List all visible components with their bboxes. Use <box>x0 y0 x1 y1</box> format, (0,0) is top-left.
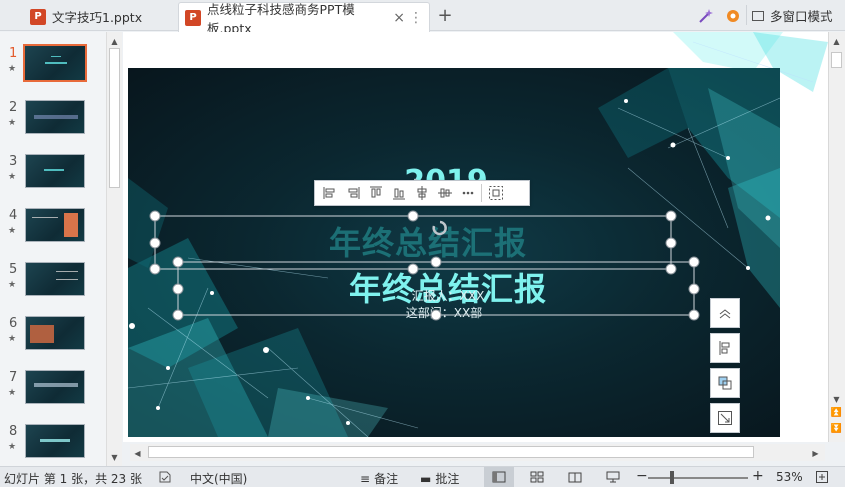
slide-thumbnail[interactable]: 6 ★ <box>0 316 106 366</box>
scroll-thumb[interactable] <box>109 48 120 188</box>
slide-number: 5 <box>9 262 18 277</box>
slide-number: 3 <box>9 154 18 169</box>
slide[interactable]: 2019 年终总结汇报 年终总结汇报 汇报人：XXX 这部门：XX部 <box>128 68 780 437</box>
slide-number: 1 <box>9 46 18 61</box>
slide-thumbnail[interactable]: 3 ★ <box>0 154 106 204</box>
scroll-right-icon[interactable]: ▶ <box>808 446 823 460</box>
crop-resize-icon[interactable] <box>710 403 740 433</box>
slide-thumbnail[interactable]: 4 ★ <box>0 208 106 258</box>
select-group-icon[interactable] <box>484 182 507 204</box>
align-right-icon[interactable] <box>341 182 364 204</box>
star-icon: ★ <box>8 280 17 290</box>
slide-thumbnail[interactable]: 1 ★ <box>0 44 106 96</box>
tab-label: 文字技巧1.pptx <box>52 10 143 25</box>
settings-gear-icon[interactable] <box>723 6 743 26</box>
slide-number: 6 <box>9 316 18 331</box>
skin-wand-icon[interactable] <box>696 6 716 26</box>
language-indicator[interactable]: 中文(中国) <box>190 470 247 487</box>
reading-view-button[interactable] <box>560 467 590 487</box>
scroll-down-icon[interactable]: ▼ <box>107 450 122 464</box>
align-left-icon[interactable] <box>318 182 341 204</box>
divider <box>746 5 747 25</box>
star-icon: ★ <box>8 226 17 236</box>
divider <box>481 184 482 202</box>
slide-number: 7 <box>9 370 18 385</box>
zoom-level[interactable]: 53% <box>776 470 803 484</box>
scroll-thumb[interactable] <box>148 446 754 458</box>
star-icon: ★ <box>8 388 17 398</box>
normal-view-button[interactable] <box>484 467 514 487</box>
close-icon[interactable]: × <box>389 10 409 26</box>
star-icon: ★ <box>8 118 17 128</box>
slide-thumbnail[interactable]: 7 ★ <box>0 370 106 420</box>
star-icon: ★ <box>8 334 17 344</box>
zoom-out-button[interactable]: − <box>636 468 648 484</box>
slide-count-text: 幻灯片 第 1 张，共 23 张 <box>4 472 142 486</box>
zoom-slider[interactable] <box>648 477 748 479</box>
ppt-file-icon: P <box>185 9 201 26</box>
notes-button[interactable]: ≡ 备注 <box>360 470 398 487</box>
scroll-left-icon[interactable]: ◀ <box>130 446 145 460</box>
slide-number: 4 <box>9 208 18 223</box>
scroll-up-icon[interactable]: ▲ <box>107 34 122 48</box>
previous-slide-icon[interactable]: ⏫ <box>829 406 844 420</box>
zoom-slider-knob[interactable] <box>670 471 674 484</box>
scroll-down-icon[interactable]: ▼ <box>829 392 844 406</box>
thumbnail-image <box>25 262 85 296</box>
more-icon[interactable]: ⋮ <box>409 10 423 26</box>
zoom-in-button[interactable]: + <box>752 468 764 484</box>
comments-button[interactable]: ▬ 批注 <box>420 470 459 487</box>
slide-number: 2 <box>9 100 18 115</box>
thumbnail-image <box>25 100 85 134</box>
ppt-file-icon: P <box>30 8 46 25</box>
slide-editing-canvas[interactable]: 2019 年终总结汇报 年终总结汇报 汇报人：XXX 这部门：XX部 <box>123 32 828 442</box>
canvas-vertical-scrollbar[interactable]: ▲ ▼ ⏫ ⏬ <box>828 32 845 442</box>
tab-wenzi-jiqiao[interactable]: P 文字技巧1.pptx <box>24 2 176 31</box>
slide-thumbnail[interactable]: 2 ★ <box>0 100 106 150</box>
align-toolbar <box>314 180 530 206</box>
add-tab-button[interactable]: + <box>434 5 456 26</box>
comment-icon: ▬ <box>420 471 432 486</box>
align-middle-vertical-icon[interactable] <box>433 182 456 204</box>
align-bottom-icon[interactable] <box>387 182 410 204</box>
thumbnail-scrollbar[interactable]: ▲ ▼ <box>106 32 122 466</box>
align-shape-icon[interactable] <box>710 333 740 363</box>
tab-template[interactable]: P 点线粒子科技感商务PPT模板.pptx × ⋮ <box>178 2 430 36</box>
selection-handles[interactable] <box>128 68 780 437</box>
thumbnail-image <box>25 154 85 188</box>
scroll-up-icon[interactable]: ▲ <box>829 34 844 48</box>
status-bar: 幻灯片 第 1 张，共 23 张 中文(中国) ≡ 备注 ▬ 批注 − + 53… <box>0 466 845 487</box>
slide-number: 8 <box>9 424 18 439</box>
multi-window-icon <box>752 10 764 21</box>
arrange-layers-icon[interactable] <box>710 368 740 398</box>
slide-sorter-view-button[interactable] <box>522 467 552 487</box>
thumbnail-image <box>25 208 85 242</box>
comments-label: 批注 <box>435 472 460 486</box>
notes-label: 备注 <box>374 472 399 486</box>
align-top-icon[interactable] <box>364 182 387 204</box>
thumbnail-image <box>25 424 85 458</box>
more-options-icon[interactable] <box>456 182 479 204</box>
align-center-horizontal-icon[interactable] <box>410 182 433 204</box>
multi-window-label: 多窗口模式 <box>770 9 833 24</box>
thumbnail-image <box>25 370 85 404</box>
quick-tools <box>710 298 740 437</box>
collapse-icon[interactable] <box>710 298 740 328</box>
slide-thumbnail-pane: 1 ★ 2 ★ 3 ★ 4 ★ 5 ★ 6 ★ 7 ★ 8 ★ ▲ ▼ <box>0 32 122 466</box>
slide-thumbnail[interactable]: 5 ★ <box>0 262 106 312</box>
scroll-thumb[interactable] <box>831 52 842 68</box>
next-slide-icon[interactable]: ⏬ <box>829 422 844 436</box>
multi-window-button[interactable]: 多窗口模式 <box>752 6 833 25</box>
star-icon: ★ <box>8 172 17 182</box>
canvas-horizontal-scrollbar[interactable]: ◀ ▶ <box>130 444 825 461</box>
star-icon: ★ <box>8 442 17 452</box>
tab-bar: P 文字技巧1.pptx P 点线粒子科技感商务PPT模板.pptx × ⋮ +… <box>0 0 845 36</box>
thumbnail-image <box>23 44 87 82</box>
fit-window-icon[interactable] <box>815 470 829 484</box>
thumbnail-image <box>25 316 85 350</box>
notes-icon: ≡ <box>360 471 371 486</box>
slideshow-button[interactable] <box>598 467 628 487</box>
spell-check-icon[interactable] <box>158 470 172 484</box>
star-icon: ★ <box>8 64 17 74</box>
